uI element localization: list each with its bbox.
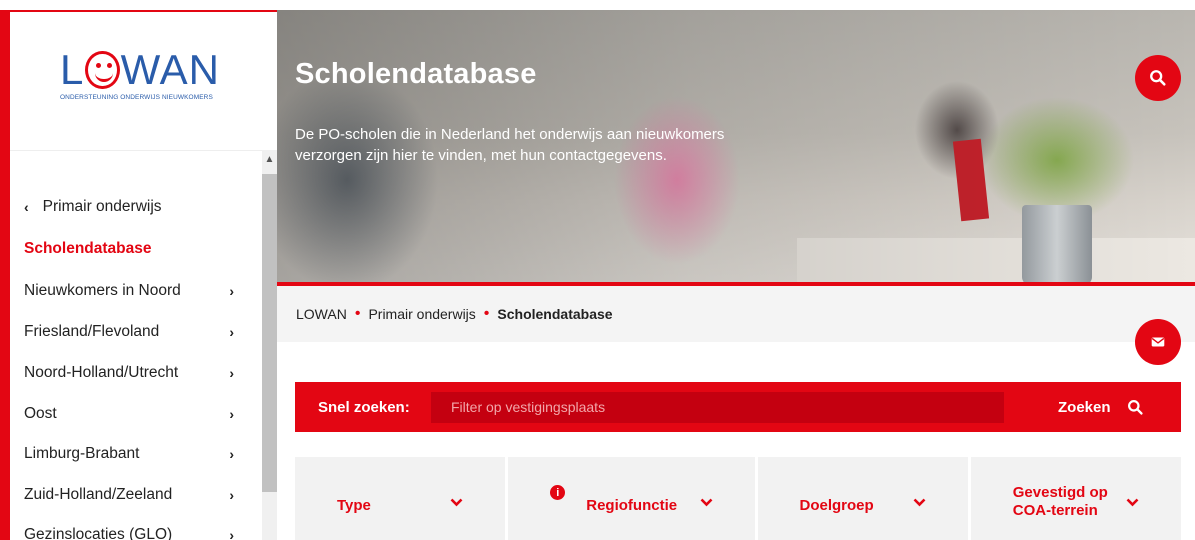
hero-plant-pot (1022, 205, 1092, 284)
page-left-border (0, 10, 10, 540)
logo-letter-l: L (60, 46, 85, 93)
search-icon (1127, 399, 1143, 415)
logo-wordmark: L WAN (60, 48, 220, 92)
chevron-right-icon: › (229, 365, 234, 381)
contact-mail-button[interactable] (1135, 319, 1181, 365)
page-title: Scholendatabase (295, 58, 537, 90)
page-top-margin (0, 0, 1195, 10)
chevron-right-icon: › (229, 324, 234, 340)
sidebar-item-friesland-flevoland[interactable]: Friesland/Flevoland › (24, 323, 234, 341)
chevron-right-icon: › (229, 446, 234, 462)
chevron-right-icon: › (229, 406, 234, 422)
chevron-down-icon (913, 494, 926, 512)
breadcrumb-current: Scholendatabase (497, 306, 613, 322)
sidebar-item-gezinslocaties[interactable]: Gezinslocaties (GLO) › (24, 526, 234, 540)
sidebar-item-label: Nieuwkomers in Noord (24, 282, 181, 299)
logo-letters-wan: WAN (120, 46, 220, 93)
chevron-down-icon (1126, 494, 1139, 512)
sidebar-scrollbar-thumb[interactable] (262, 174, 277, 492)
chevron-left-icon: ‹ (24, 199, 29, 215)
hero-red-card (952, 138, 990, 222)
sidebar-item-label: Zuid-Holland/Zeeland (24, 486, 173, 503)
search-submit-button[interactable]: Zoeken (1058, 399, 1144, 416)
hero-table-surface (797, 238, 1195, 284)
chevron-down-icon (700, 494, 713, 512)
filter-label: Gevestigd op COA-terrein (1012, 483, 1108, 519)
filter-coa-terrein[interactable]: Gevestigd op COA-terrein (971, 457, 1181, 540)
logo-tagline: ONDERSTEUNING ONDERWIJS NIEUWKOMERS (60, 94, 213, 101)
chevron-right-icon: › (229, 283, 234, 299)
filter-row: Type i Regiofunctie Doelgroep Gevestigd … (295, 457, 1181, 540)
filter-label: Regiofunctie (586, 496, 678, 514)
quick-search-bar: Snel zoeken: Zoeken (295, 382, 1181, 432)
filter-regiofunctie[interactable]: i Regiofunctie (508, 457, 758, 540)
lowan-logo[interactable]: L WAN ONDERSTEUNING ONDERWIJS NIEUWKOMERS (60, 48, 220, 102)
nav-back-label: Primair onderwijs (42, 198, 162, 215)
sidebar-item-limburg-brabant[interactable]: Limburg-Brabant › (24, 445, 234, 463)
mail-icon (1151, 337, 1165, 347)
search-toggle-button[interactable] (1135, 55, 1181, 101)
breadcrumb-separator: • (483, 305, 490, 322)
search-button-label: Zoeken (1058, 398, 1111, 416)
chevron-right-icon: › (229, 487, 234, 503)
filter-doelgroep[interactable]: Doelgroep (758, 457, 971, 540)
sidebar-item-label: Noord-Holland/Utrecht (24, 364, 179, 381)
filter-label: Type (337, 496, 371, 514)
sidebar-item-zuid-holland-zeeland[interactable]: Zuid-Holland/Zeeland › (24, 486, 234, 504)
sidebar-item-label: Limburg-Brabant (24, 445, 140, 462)
sidebar: L WAN ONDERSTEUNING ONDERWIJS NIEUWKOMERS… (10, 12, 277, 540)
breadcrumb-home[interactable]: LOWAN (296, 306, 347, 322)
search-icon (1150, 70, 1166, 86)
search-label: Snel zoeken: (318, 398, 410, 416)
smiley-face-icon (85, 51, 120, 89)
sidebar-top-border (0, 10, 277, 12)
chevron-down-icon (450, 494, 463, 512)
chevron-right-icon: › (229, 527, 234, 540)
nav-current-item[interactable]: Scholendatabase (24, 240, 152, 258)
breadcrumb: LOWAN • Primair onderwijs • Scholendatab… (296, 305, 613, 323)
breadcrumb-parent[interactable]: Primair onderwijs (368, 306, 475, 322)
sidebar-item-noord-holland-utrecht[interactable]: Noord-Holland/Utrecht › (24, 364, 234, 382)
sidebar-item-oost[interactable]: Oost › (24, 405, 234, 423)
nav-back-link[interactable]: ‹ Primair onderwijs (24, 198, 162, 216)
sidebar-item-nieuwkomers-in-noord[interactable]: Nieuwkomers in Noord › (24, 282, 234, 300)
filter-label: Doelgroep (799, 496, 874, 514)
breadcrumb-separator: • (354, 305, 361, 322)
filter-type[interactable]: Type (295, 457, 509, 540)
info-icon[interactable]: i (550, 485, 566, 500)
sidebar-item-label: Oost (24, 405, 57, 422)
scroll-up-arrow-icon[interactable]: ▲ (262, 150, 277, 170)
sidebar-item-label: Gezinslocaties (GLO) (24, 526, 173, 540)
search-input[interactable] (431, 391, 1004, 423)
sidebar-item-label: Friesland/Flevoland (24, 323, 160, 340)
page-description: De PO-scholen die in Nederland het onder… (295, 126, 725, 164)
logo-area: L WAN ONDERSTEUNING ONDERWIJS NIEUWKOMERS (10, 12, 277, 150)
